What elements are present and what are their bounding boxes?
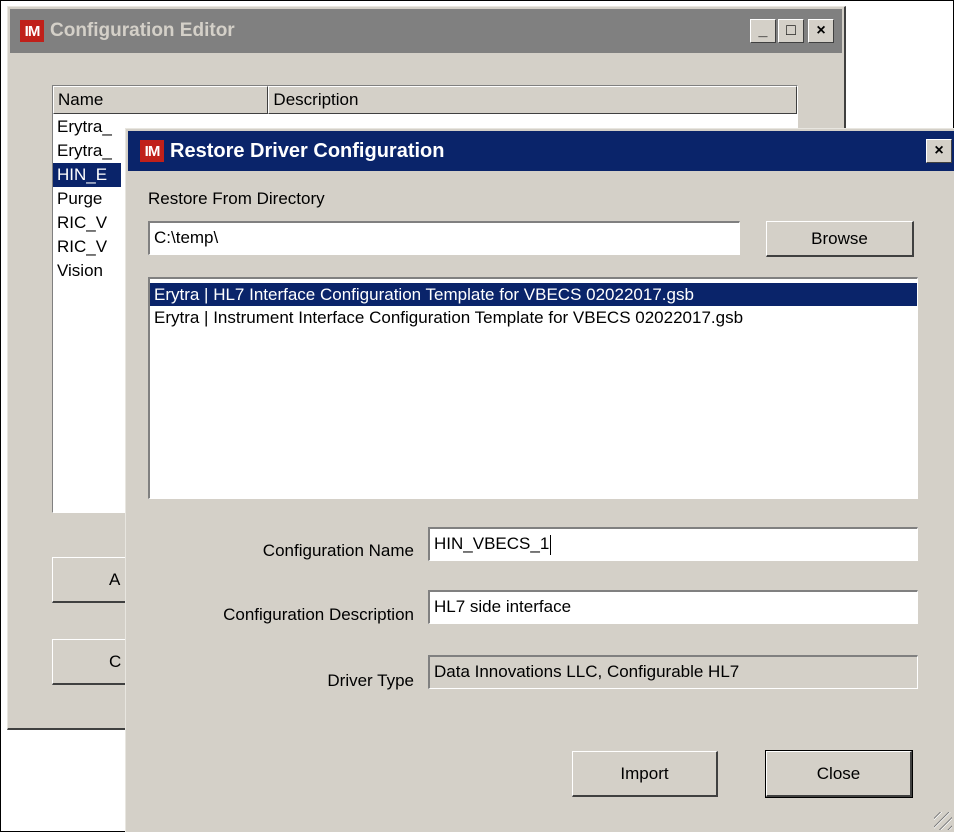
file-list[interactable]: Erytra | HL7 Interface Configuration Tem…	[148, 277, 918, 499]
file-item-selected[interactable]: Erytra | HL7 Interface Configuration Tem…	[150, 283, 917, 306]
dialog-close-icon[interactable]: ×	[926, 139, 952, 163]
import-button[interactable]: Import	[572, 751, 718, 797]
column-header-description[interactable]: Description	[268, 86, 797, 114]
driver-type-field: Data Innovations LLC, Configurable HL7	[428, 655, 918, 689]
dialog-title: Restore Driver Configuration	[170, 139, 445, 162]
configuration-name-label: Configuration Name	[262, 541, 414, 560]
column-header-name[interactable]: Name	[53, 86, 269, 114]
configuration-editor-titlebar[interactable]: IM Configuration Editor _ □ ×	[10, 9, 842, 53]
maximize-button[interactable]: □	[778, 19, 804, 43]
directory-input[interactable]: C:\temp\	[148, 221, 740, 255]
driver-type-label: Driver Type	[327, 671, 414, 690]
window-controls: _ □ ×	[750, 19, 834, 43]
restore-from-directory-label: Restore From Directory	[148, 189, 325, 208]
app-logo-icon: IM	[140, 140, 164, 162]
list-item-selected[interactable]: HIN_E	[53, 163, 121, 187]
app-logo-icon: IM	[20, 20, 44, 42]
list-header: Name Description	[53, 86, 797, 114]
resize-grip-icon[interactable]	[934, 812, 952, 830]
restore-driver-configuration-dialog: IM Restore Driver Configuration × Restor…	[125, 128, 954, 832]
minimize-button[interactable]: _	[750, 19, 776, 43]
close-button[interactable]: ×	[808, 19, 834, 43]
text-caret	[550, 534, 552, 555]
configuration-description-input[interactable]: HL7 side interface	[428, 590, 918, 624]
dialog-titlebar[interactable]: IM Restore Driver Configuration ×	[128, 131, 954, 171]
window-title: Configuration Editor	[50, 20, 235, 41]
configuration-description-label: Configuration Description	[223, 605, 414, 624]
browse-button[interactable]: Browse	[766, 221, 914, 257]
file-item[interactable]: Erytra | Instrument Interface Configurat…	[150, 306, 917, 329]
configuration-name-input[interactable]: HIN_VBECS_1	[428, 527, 918, 561]
configuration-name-value: HIN_VBECS_1	[434, 534, 550, 553]
close-dialog-button[interactable]: Close	[765, 750, 913, 798]
